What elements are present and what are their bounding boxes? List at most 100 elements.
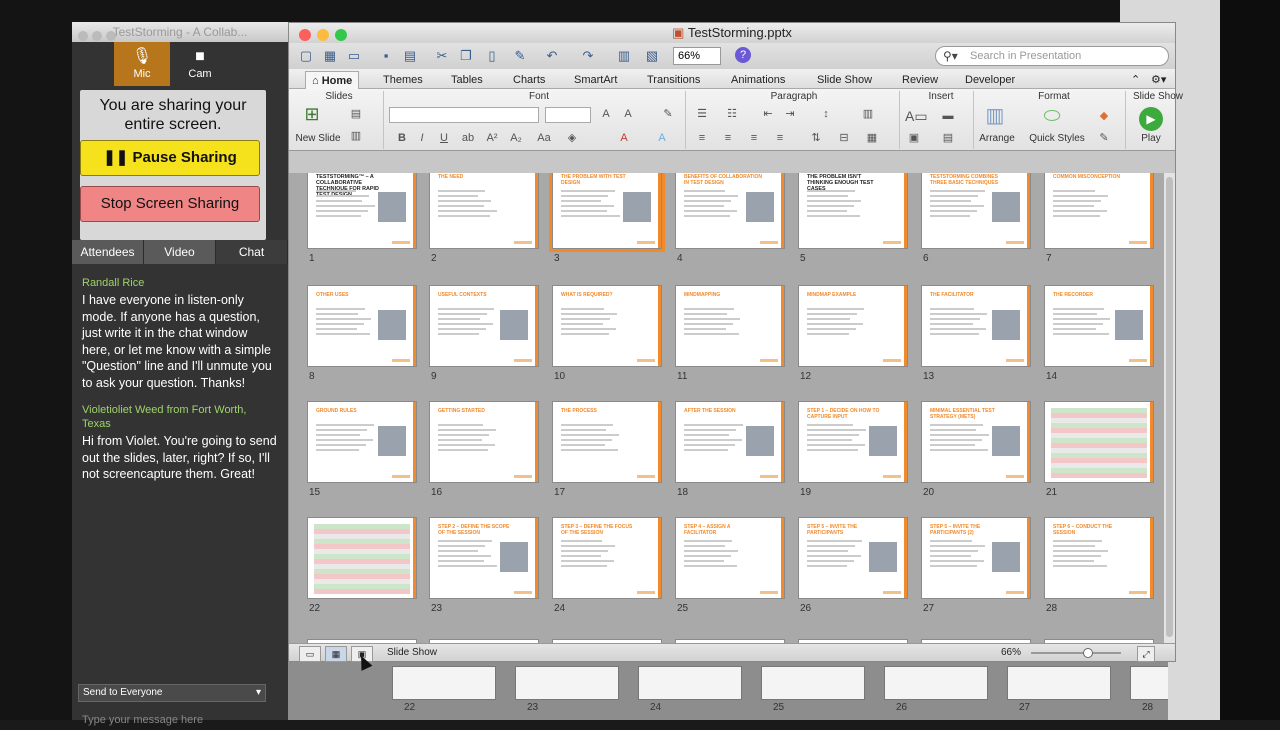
quick-styles-icon[interactable]: ⬭ [1039, 106, 1065, 131]
section-icon[interactable]: ▥ [349, 129, 363, 143]
slide-sorter-view-button[interactable]: ▦ [325, 646, 347, 662]
slide-thumbnail[interactable]: THE NEED [429, 173, 539, 249]
tab-developer[interactable]: Developer [959, 71, 1021, 89]
slide-thumbnail[interactable]: MINDMAPPING [675, 285, 785, 367]
help-icon[interactable]: ? [735, 47, 751, 63]
new-slide-icon[interactable]: ⊞ [301, 105, 323, 127]
cut-icon[interactable]: ✂ [433, 47, 451, 65]
underline-icon[interactable]: U [437, 131, 451, 145]
new-presentation-icon[interactable]: ▢ [297, 47, 315, 65]
cam-button[interactable]: ■ Cam [172, 42, 228, 86]
undo-icon[interactable]: ↶ [543, 47, 561, 65]
show-hide-icon[interactable]: ▥ [615, 47, 633, 65]
media-icon[interactable]: ▤ [941, 131, 955, 145]
new-slide-button[interactable]: New Slide [295, 133, 341, 144]
clear-format-icon[interactable]: ✎ [661, 107, 675, 121]
text-effects-icon[interactable]: A [655, 131, 669, 145]
arrange-button[interactable]: Arrange [977, 133, 1017, 144]
tab-charts[interactable]: Charts [507, 71, 551, 89]
text-direction-icon[interactable]: ⇅ [809, 131, 823, 145]
slide-thumbnail[interactable]: BENEFITS OF COLLABORATION IN TEST DESIGN [675, 173, 785, 249]
gallery-icon[interactable]: ▧ [643, 47, 661, 65]
slide-thumbnail[interactable]: MINDMAP EXAMPLE [798, 285, 908, 367]
shape-icon[interactable]: ▬ [941, 109, 955, 123]
normal-view-button[interactable]: ▭ [299, 646, 321, 662]
zoom-slider-knob[interactable] [1083, 648, 1093, 658]
slide-thumbnail[interactable]: STEP 3 – DEFINE THE FOCUS OF THE SESSION [552, 517, 662, 599]
mic-button[interactable]: 🎙 Mic [114, 42, 170, 86]
zoom-window-button[interactable] [335, 29, 347, 41]
send-to-select[interactable]: Send to Everyone ▾ [78, 684, 266, 702]
grow-font-icon[interactable]: A [599, 107, 613, 121]
scrollbar-thumb[interactable] [1166, 177, 1173, 637]
italic-icon[interactable]: I [415, 131, 429, 145]
smartart-convert-icon[interactable]: ▦ [865, 131, 879, 145]
slide-thumbnail[interactable]: GETTING STARTED [429, 401, 539, 483]
tab-transitions[interactable]: Transitions [641, 71, 706, 89]
picture-icon[interactable]: ▣ [907, 131, 921, 145]
chat-message-input[interactable]: Type your message here [78, 710, 266, 730]
format-painter-icon[interactable]: ✎ [511, 47, 529, 65]
strikethrough-icon[interactable]: ab [461, 131, 475, 145]
slide-thumbnail[interactable]: WHAT IS REQUIRED? [552, 285, 662, 367]
slide-thumbnail[interactable]: USEFUL CONTEXTS [429, 285, 539, 367]
tab-animations[interactable]: Animations [725, 71, 791, 89]
numbering-icon[interactable]: ☷ [725, 107, 739, 121]
slide-thumbnail[interactable]: GROUND RULES [307, 401, 417, 483]
slide-thumbnail[interactable]: THE PROCESS [552, 401, 662, 483]
bullets-icon[interactable]: ☰ [695, 107, 709, 121]
slide-thumbnail[interactable]: The problem isn't thinking enough test c… [798, 173, 908, 249]
slide-thumbnail[interactable]: AFTER THE SESSION [675, 401, 785, 483]
tab-video[interactable]: Video [144, 240, 216, 264]
slide-thumbnail[interactable]: COMMON MISCONCEPTION [1044, 173, 1154, 249]
redo-icon[interactable]: ↷ [579, 47, 597, 65]
font-name-input[interactable] [389, 107, 539, 123]
pause-sharing-button[interactable]: ❚❚ Pause Sharing [80, 140, 260, 176]
justify-icon[interactable]: ≡ [773, 131, 787, 145]
align-left-icon[interactable]: ≡ [695, 131, 709, 145]
slide-thumbnail[interactable]: STEP 2 – DEFINE THE SCOPE OF THE SESSION [429, 517, 539, 599]
slide-thumbnail[interactable]: STEP 4 – ASSIGN A FACILITATOR [675, 517, 785, 599]
slide-thumbnail[interactable]: STEP 6 – CONDUCT THE SESSION [1044, 517, 1154, 599]
tab-slide-show[interactable]: Slide Show [811, 71, 878, 89]
align-center-icon[interactable]: ≡ [721, 131, 735, 145]
play-icon[interactable]: ▶ [1139, 107, 1163, 131]
play-button[interactable]: Play [1135, 133, 1167, 144]
arrange-icon[interactable]: ▥ [983, 106, 1007, 131]
slide-thumbnail[interactable]: STEP 1 – DECIDE ON HOW TO CAPTURE INPUT [798, 401, 908, 483]
tab-home[interactable]: ⌂ Home [305, 71, 360, 89]
slide-thumbnail[interactable]: MINIMAL ESSENTIAL TEST STRATEGY (METS) [921, 401, 1031, 483]
stop-screen-sharing-button[interactable]: Stop Screen Sharing [80, 186, 260, 222]
increase-indent-icon[interactable]: ⇥ [783, 107, 797, 121]
open-folder-icon[interactable]: ▭ [345, 47, 363, 65]
slide-thumbnail[interactable]: STEP 5 – INVITE THE PARTICIPANTS [798, 517, 908, 599]
fill-icon[interactable]: ◆ [1097, 109, 1111, 123]
print-icon[interactable]: ▤ [401, 47, 419, 65]
slide-thumbnail[interactable]: STEP 5 – INVITE THE PARTICIPANTS (2) [921, 517, 1031, 599]
tab-attendees[interactable]: Attendees [72, 240, 144, 264]
collapse-ribbon-icon[interactable]: ⌃ [1125, 71, 1146, 89]
slide-thumbnail[interactable]: THE FACILITATOR [921, 285, 1031, 367]
tab-smartart[interactable]: SmartArt [568, 71, 623, 89]
minimize-window-button[interactable] [317, 29, 329, 41]
decrease-indent-icon[interactable]: ⇤ [761, 107, 775, 121]
slide-thumbnail[interactable] [307, 517, 417, 599]
columns-icon[interactable]: ▥ [861, 107, 875, 121]
save-icon[interactable]: ▪ [377, 47, 395, 65]
quick-styles-button[interactable]: Quick Styles [1027, 133, 1087, 144]
highlight-icon[interactable]: ◈ [565, 131, 579, 145]
tab-review[interactable]: Review [896, 71, 944, 89]
paste-icon[interactable]: ▯ [483, 47, 501, 65]
slide-thumbnail[interactable]: THE RECORDER [1044, 285, 1154, 367]
shrink-font-icon[interactable]: A [621, 107, 635, 121]
close-window-button[interactable] [299, 29, 311, 41]
slide-thumbnail[interactable]: THE PROBLEM WITH TEST DESIGN [549, 173, 665, 252]
line-icon[interactable]: ✎ [1097, 131, 1111, 145]
line-spacing-icon[interactable]: ↕ [819, 107, 833, 121]
text-box-icon[interactable]: A▭ [905, 109, 928, 127]
font-size-input[interactable] [545, 107, 591, 123]
vertical-scrollbar[interactable] [1163, 173, 1175, 645]
align-right-icon[interactable]: ≡ [747, 131, 761, 145]
bold-icon[interactable]: B [395, 131, 409, 145]
gear-icon[interactable]: ⚙▾ [1145, 71, 1172, 89]
